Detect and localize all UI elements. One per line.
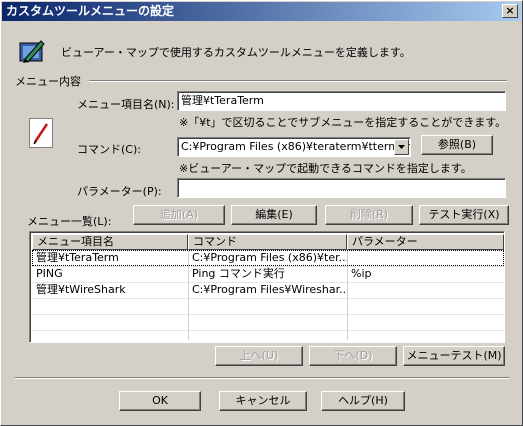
row-command: C:¥Program Files (x86)¥ter... [192, 251, 347, 264]
edit-button[interactable]: 編集(E) [231, 205, 317, 225]
item-name-label: メニュー項目名(N): [77, 98, 175, 111]
row-command: Ping コマンド実行 [192, 267, 285, 280]
column-header-command[interactable]: コマンド [188, 234, 347, 250]
pencil-icon [29, 118, 53, 148]
list-label: メニュー一覧(L): [27, 215, 112, 228]
move-up-button[interactable]: 上へ(U) [215, 346, 303, 366]
row-name: PING [36, 267, 63, 280]
grid-line [32, 298, 504, 299]
row-params: %ip [351, 267, 372, 280]
item-name-hint: ※「¥t」で区切ることでサブメニューを指定することができます。 [179, 116, 507, 129]
custom-tool-menu-dialog: カスタムツールメニューの設定 × ビューアー・マップで使用するカスタムツールメニ… [0, 0, 523, 426]
command-value: C:¥Program Files (x86)¥teraterm¥ttermpro [181, 140, 411, 153]
list-row[interactable]: 管理¥tWireShark C:¥Program Files¥Wireshar.… [32, 282, 504, 298]
column-header-name[interactable]: メニュー項目名 [32, 234, 188, 250]
move-down-button[interactable]: 下へ(D) [309, 346, 397, 366]
row-name: 管理¥tTeraTerm [36, 251, 119, 264]
window-title: カスタムツールメニューの設定 [6, 4, 175, 18]
param-input[interactable] [177, 178, 506, 198]
row-name: 管理¥tWireShark [36, 283, 126, 296]
menu-test-button[interactable]: メニューテスト(M) [403, 346, 505, 366]
tools-pencil-icon [17, 37, 47, 65]
column-header-params[interactable]: パラメーター [347, 234, 504, 250]
add-button[interactable]: 追加(A) [133, 205, 225, 225]
command-hint: ※ビューアー・マップで起動できるコマンドを指定します。 [179, 162, 472, 175]
footer-divider [15, 377, 509, 379]
row-params [347, 250, 504, 266]
help-button[interactable]: ヘルプ(H) [321, 391, 405, 411]
menu-list[interactable]: メニュー項目名 コマンド パラメーター 管理¥tTeraTerm C:¥Prog… [29, 231, 505, 343]
row-params [347, 282, 504, 298]
ok-button[interactable]: OK [119, 391, 201, 411]
test-run-button[interactable]: テスト実行(X) [419, 205, 509, 225]
title-bar[interactable]: カスタムツールメニューの設定 × [2, 2, 521, 21]
delete-button[interactable]: 削除(R) [325, 205, 413, 225]
grid-line [32, 314, 504, 315]
command-combobox[interactable]: C:¥Program Files (x86)¥teraterm¥ttermpro [177, 137, 411, 157]
list-row[interactable]: PING Ping コマンド実行 %ip [32, 266, 504, 282]
close-button[interactable]: × [502, 4, 518, 18]
command-label: コマンド(C): [77, 143, 141, 156]
browse-button[interactable]: 参照(B) [421, 135, 493, 155]
param-label: パラメーター(P): [77, 185, 162, 198]
row-command: C:¥Program Files¥Wireshar... [192, 283, 347, 296]
grid-line [32, 330, 504, 331]
group-label: メニュー内容 [15, 75, 81, 88]
chevron-down-icon[interactable] [394, 139, 409, 155]
cancel-button[interactable]: キャンセル [219, 391, 307, 411]
group-divider [89, 80, 507, 82]
list-row[interactable]: 管理¥tTeraTerm C:¥Program Files (x86)¥ter.… [32, 250, 504, 266]
item-name-input[interactable]: 管理¥tTeraTerm [177, 91, 506, 111]
dialog-description: ビューアー・マップで使用するカスタムツールメニューを定義します。 [61, 46, 411, 59]
